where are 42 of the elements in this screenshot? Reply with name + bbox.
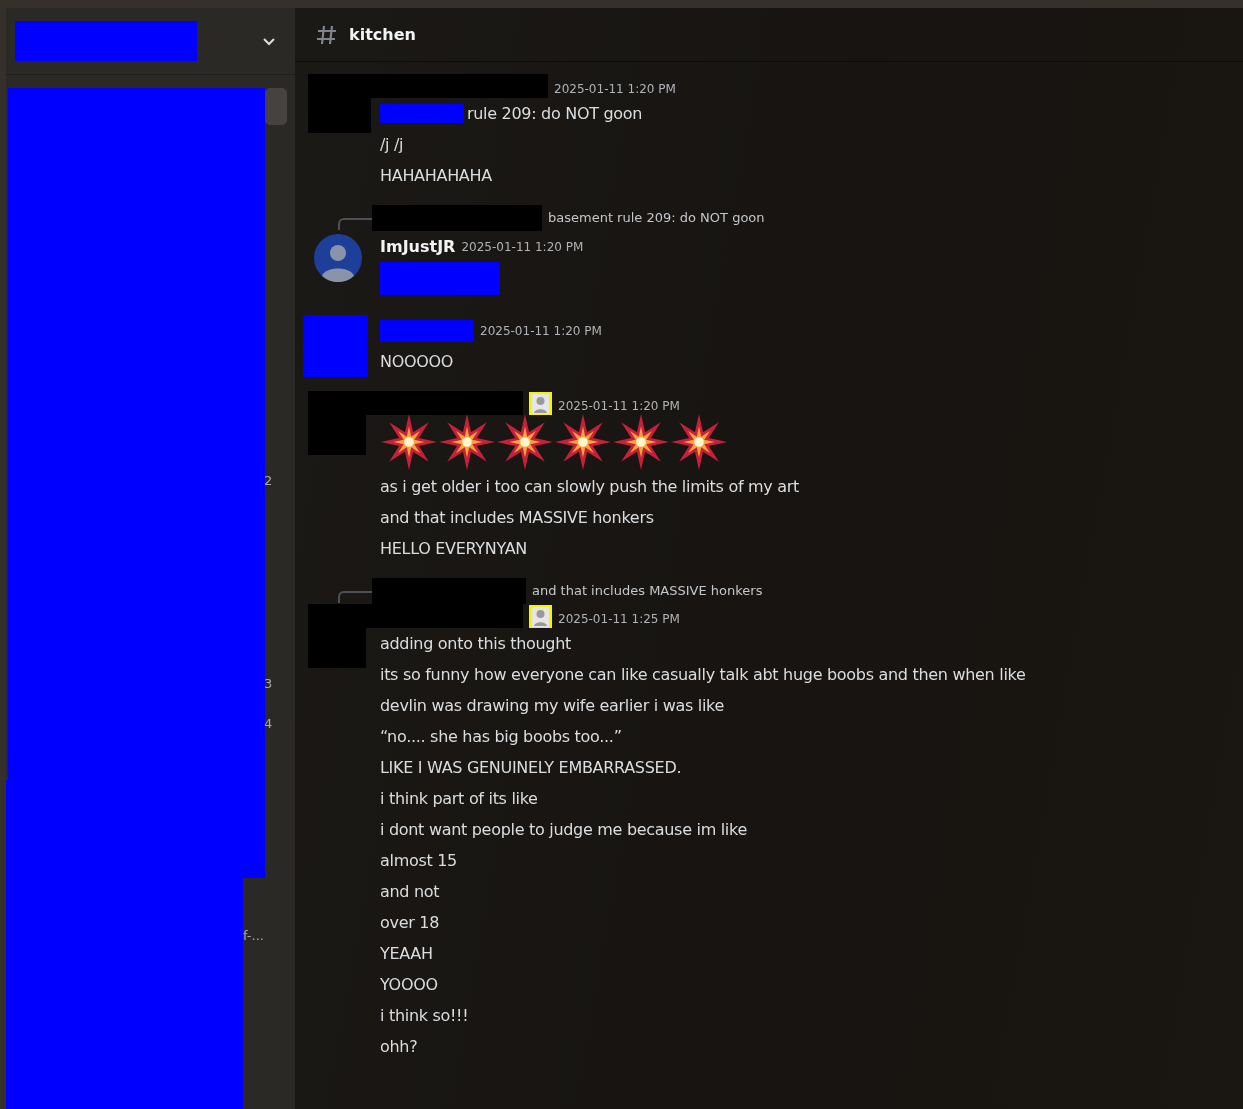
- message-text: devlin was drawing my wife earlier i was like: [380, 695, 725, 717]
- explosion-emoji-icon: [612, 413, 670, 471]
- explosion-emoji-icon: [554, 413, 612, 471]
- message-text: HELLO EVERYNYAN: [380, 538, 529, 560]
- message-text: adding onto this thought: [380, 633, 573, 655]
- message-text: YOOOO: [380, 974, 439, 996]
- reply-preview-text: basement rule 209: do NOT goon: [548, 209, 765, 228]
- message-text: over 18: [380, 912, 441, 934]
- sidebar-item-fragment: f-...: [243, 927, 264, 945]
- message-text: rule 209: do NOT goon: [467, 103, 643, 125]
- message-text: as i get older i too can slowly push the limits of my art: [380, 476, 799, 498]
- timestamp: 2025-01-11 1:20 PM: [461, 238, 584, 256]
- reply-preview-text: and that includes MASSIVE honkers: [532, 582, 763, 601]
- message-text: YEAAH: [380, 943, 434, 965]
- message-text: almost 15: [380, 850, 458, 872]
- message-text: i think part of its like: [380, 788, 539, 810]
- timestamp: 2025-01-11 1:20 PM: [554, 81, 676, 98]
- explosion-emoji-icon: [380, 413, 438, 471]
- message-text: i dont want people to judge me because im like: [380, 819, 748, 841]
- message-text: and not: [380, 881, 441, 903]
- sidebar-item-fragment: 2: [264, 472, 273, 490]
- explosion-emoji-icon: [670, 413, 728, 471]
- sidebar-item-fragment: 3: [264, 675, 273, 693]
- message-text: NOOOOO: [380, 351, 455, 373]
- channel-name: kitchen: [349, 23, 416, 46]
- avatar-icon: [314, 234, 362, 282]
- timestamp: 2025-01-11 1:25 PM: [558, 611, 680, 628]
- message-text: HAHAHAHAHA: [380, 165, 493, 187]
- timestamp: 2025-01-11 1:20 PM: [558, 398, 680, 415]
- redaction-block: [303, 315, 368, 377]
- sidebar-item-fragment: 4: [264, 715, 273, 733]
- message-text: ohh?: [380, 1036, 419, 1058]
- message-text: /j /j: [380, 134, 405, 156]
- timestamp: 2025-01-11 1:20 PM: [480, 322, 602, 340]
- message-text: LIKE I WAS GENUINELY EMBARRASSED.: [380, 757, 683, 779]
- explosion-emoji-icon: [438, 413, 496, 471]
- username: ImJustJR: [380, 235, 456, 258]
- explosion-emoji-icon: [496, 413, 554, 471]
- message-text: i think so!!!: [380, 1005, 470, 1027]
- message-text: and that includes MASSIVE honkers: [380, 507, 655, 529]
- message-text: “no.... she has big boobs too...”: [380, 726, 623, 748]
- message-text: its so funny how everyone can like casually talk abt huge boobs and then when like: [380, 664, 1026, 686]
